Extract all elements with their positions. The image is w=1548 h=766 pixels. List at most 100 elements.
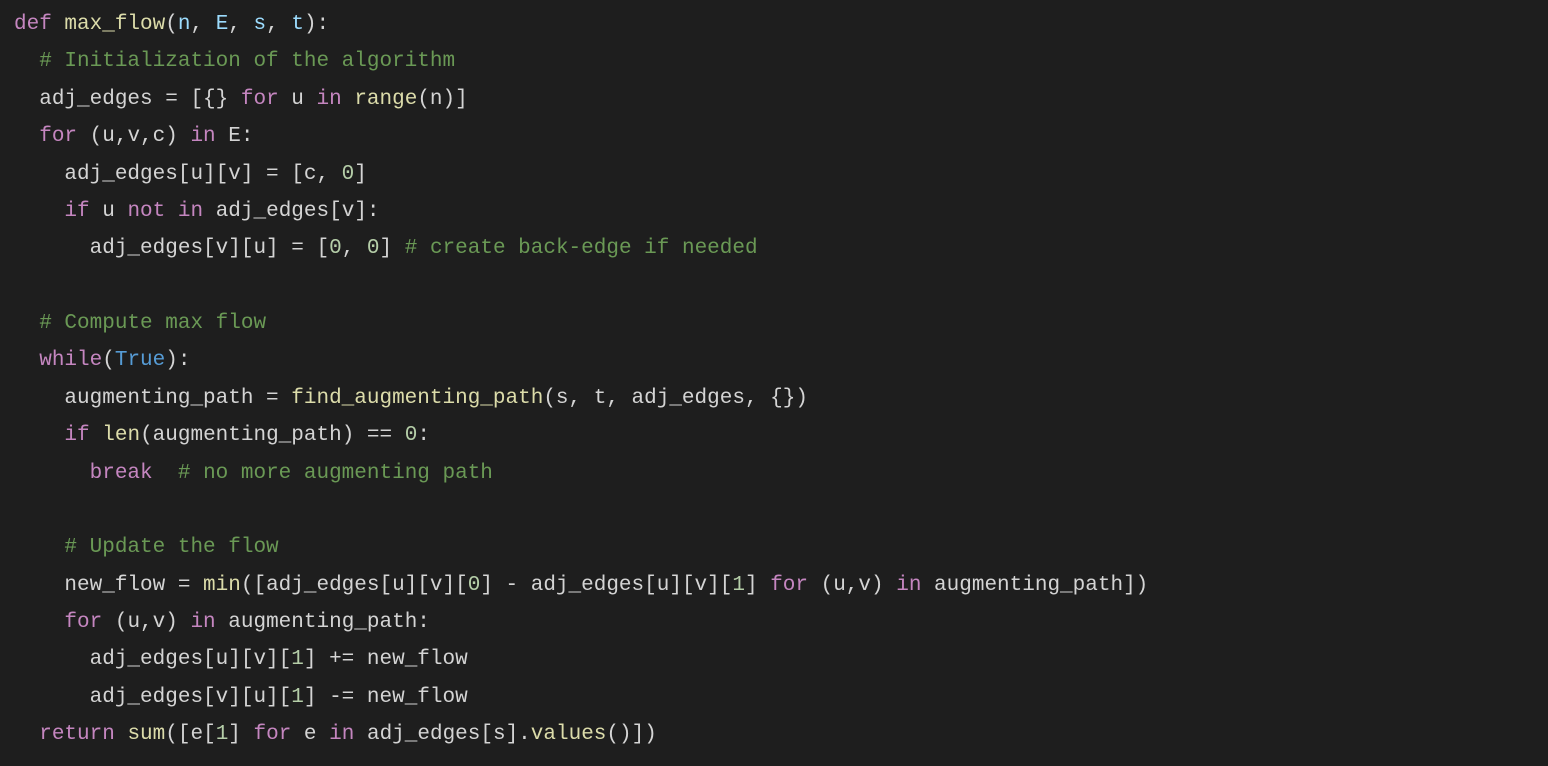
token-comment: # Initialization of the algorithm — [39, 50, 455, 73]
token-ident: ([e[ — [165, 723, 215, 746]
token-ident: ()]) — [606, 723, 656, 746]
indent — [14, 424, 64, 447]
indent — [14, 349, 39, 372]
token-ident: ( — [102, 349, 115, 372]
token-ident: (u,v,c) — [77, 125, 190, 148]
indent — [14, 723, 39, 746]
token-kw: in — [190, 611, 215, 634]
code-line: for (u,v,c) in E: — [14, 125, 253, 148]
indent — [14, 125, 39, 148]
indent — [14, 462, 90, 485]
token-kw: in — [329, 723, 354, 746]
token-ident: ( — [165, 13, 178, 36]
token-param: t — [291, 13, 304, 36]
code-line: def max_flow(n, E, s, t): — [14, 13, 329, 36]
token-ident: (n)] — [417, 88, 467, 111]
token-const: True — [115, 349, 165, 372]
token-ident: ] -= new_flow — [304, 686, 468, 709]
token-kw: in — [316, 88, 341, 111]
token-fn: len — [102, 424, 140, 447]
token-ident: new_flow = — [64, 574, 203, 597]
code-line: break # no more augmenting path — [14, 462, 493, 485]
code-line: adj_edges = [{} for u in range(n)] — [14, 88, 468, 111]
token-ident — [342, 88, 355, 111]
token-ident: u — [90, 200, 128, 223]
token-ident — [165, 200, 178, 223]
code-line: new_flow = min([adj_edges[u][v][0] - adj… — [14, 574, 1148, 597]
token-num: 1 — [732, 574, 745, 597]
token-kw: for — [254, 723, 292, 746]
token-kw: if — [64, 200, 89, 223]
token-ident: adj_edges[u][v] = [c, — [64, 163, 341, 186]
token-num: 0 — [342, 163, 355, 186]
token-ident — [90, 424, 103, 447]
token-num: 1 — [291, 648, 304, 671]
token-ident: , — [266, 13, 291, 36]
code-line: if len(augmenting_path) == 0: — [14, 424, 430, 447]
token-ident: (u,v) — [102, 611, 190, 634]
token-ident: (augmenting_path) == — [140, 424, 405, 447]
token-kw: for — [241, 88, 279, 111]
token-num: 1 — [216, 723, 229, 746]
indent — [14, 312, 39, 335]
token-ident: adj_edges[v][u][ — [90, 686, 292, 709]
indent — [14, 574, 64, 597]
token-ident: (u,v) — [808, 574, 896, 597]
token-ident: adj_edges[v][u] = [ — [90, 237, 329, 260]
token-fn: sum — [127, 723, 165, 746]
indent — [14, 648, 90, 671]
code-line: # Compute max flow — [14, 312, 266, 335]
token-kw: for — [64, 611, 102, 634]
token-ident: augmenting_path]) — [921, 574, 1148, 597]
token-ident: adj_edges = [{} — [39, 88, 241, 111]
indent — [14, 237, 90, 260]
token-kw: def — [14, 13, 64, 36]
token-num: 1 — [291, 686, 304, 709]
token-ident: augmenting_path: — [216, 611, 430, 634]
token-ident: adj_edges[v]: — [203, 200, 379, 223]
token-ident: ] — [380, 237, 405, 260]
token-fn: min — [203, 574, 241, 597]
indent — [14, 611, 64, 634]
indent — [14, 686, 90, 709]
token-param: E — [216, 13, 229, 36]
indent — [14, 88, 39, 111]
token-ident — [153, 462, 178, 485]
token-ident: ] - adj_edges[u][v][ — [480, 574, 732, 597]
token-num: 0 — [367, 237, 380, 260]
token-num: 0 — [468, 574, 481, 597]
code-line: adj_edges[v][u] = [0, 0] # create back-e… — [14, 237, 758, 260]
token-ident: ): — [165, 349, 190, 372]
indent — [14, 163, 64, 186]
code-line: adj_edges[u][v] = [c, 0] — [14, 163, 367, 186]
token-comment: # Compute max flow — [39, 312, 266, 335]
token-ident: augmenting_path = — [64, 387, 291, 410]
token-comment: # Update the flow — [64, 536, 278, 559]
token-ident: (s, t, adj_edges, {}) — [543, 387, 808, 410]
token-ident: adj_edges[u][v][ — [90, 648, 292, 671]
token-kw: in — [896, 574, 921, 597]
token-fn: range — [354, 88, 417, 111]
token-param: n — [178, 13, 191, 36]
token-ident: adj_edges[s]. — [354, 723, 530, 746]
token-ident: ] — [354, 163, 367, 186]
token-ident: : — [417, 424, 430, 447]
token-ident: , — [190, 13, 215, 36]
code-line: # Update the flow — [14, 536, 279, 559]
token-kw: in — [178, 200, 203, 223]
token-kw: for — [39, 125, 77, 148]
token-ident: ([adj_edges[u][v][ — [241, 574, 468, 597]
token-ident — [115, 723, 128, 746]
token-ident: ] += new_flow — [304, 648, 468, 671]
code-block: def max_flow(n, E, s, t): # Initializati… — [0, 0, 1548, 766]
token-ident: E: — [216, 125, 254, 148]
token-kw: in — [190, 125, 215, 148]
code-line: for (u,v) in augmenting_path: — [14, 611, 430, 634]
token-ident: ] — [745, 574, 770, 597]
token-fn: values — [531, 723, 607, 746]
token-kw: break — [90, 462, 153, 485]
token-kw: while — [39, 349, 102, 372]
code-line: # Initialization of the algorithm — [14, 50, 455, 73]
token-kw: for — [770, 574, 808, 597]
indent — [14, 50, 39, 73]
